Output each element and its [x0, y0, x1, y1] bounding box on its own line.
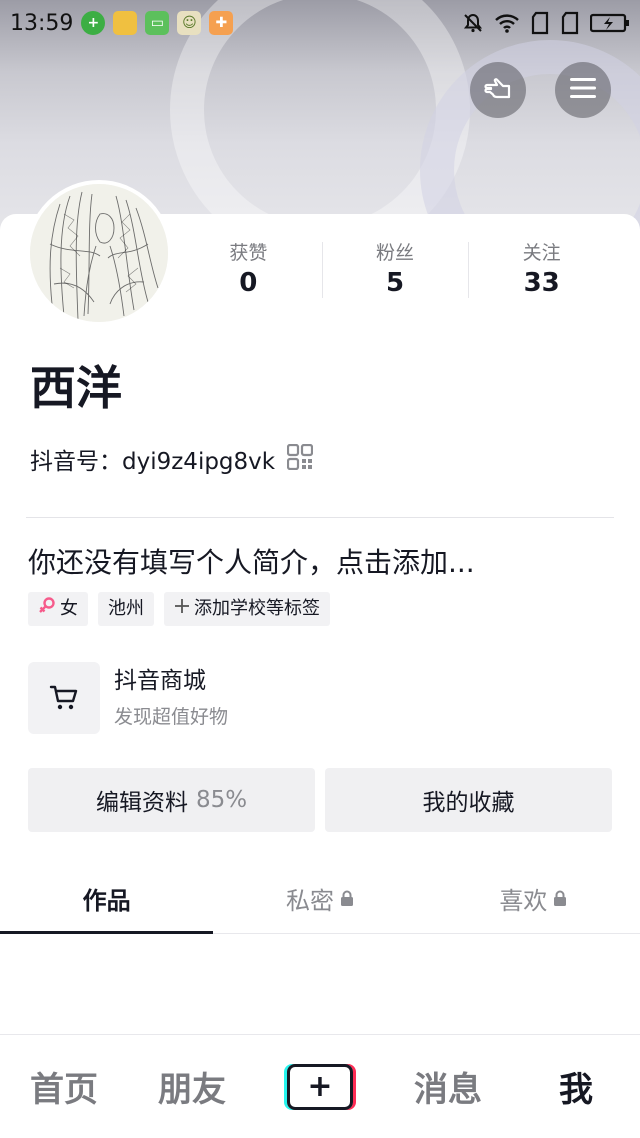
- shopping-cart-icon: [28, 662, 100, 734]
- menu-button[interactable]: [555, 62, 611, 118]
- stat-value: 5: [385, 268, 405, 298]
- lock-icon: [340, 885, 354, 913]
- tab-label: 作品: [82, 887, 131, 915]
- qr-code-icon[interactable]: [286, 443, 314, 479]
- mall-subtitle: 发现超值好物: [114, 706, 229, 728]
- status-time: 13:59: [10, 10, 74, 36]
- my-favorites-label: 我的收藏: [422, 790, 515, 816]
- wifi-icon: [494, 12, 520, 34]
- sim1-icon: [530, 11, 550, 35]
- stat-label: 获赞: [229, 242, 268, 264]
- lock-icon: [553, 885, 567, 913]
- menu-icon: [570, 77, 596, 103]
- tab-label: 喜欢: [499, 887, 548, 915]
- tab-works[interactable]: 作品: [0, 864, 214, 934]
- status-bar: 13:59 + ▭ ☺ ✚: [0, 0, 640, 46]
- nav-friends[interactable]: 朋友: [128, 1062, 256, 1111]
- stat-following[interactable]: 关注 33: [468, 240, 615, 300]
- stat-value: 33: [523, 268, 560, 298]
- female-icon: [38, 592, 56, 626]
- sim2-icon: [560, 11, 580, 35]
- profile-stats: 获赞 0 粉丝 5 关注 33: [175, 240, 615, 300]
- battery-charging-icon: [590, 12, 630, 34]
- plugin-icon: ✚: [209, 11, 234, 35]
- profile-tags: 女 池州 添加学校等标签: [28, 592, 330, 626]
- tag-add-school[interactable]: 添加学校等标签: [164, 592, 330, 626]
- android-app-icon: ▭: [145, 11, 170, 35]
- stat-value: 0: [239, 268, 258, 298]
- douyin-id-value: dyi9z4ipg8vk: [122, 448, 276, 475]
- stat-likes[interactable]: 获赞 0: [175, 240, 322, 300]
- nav-messages[interactable]: 消息: [384, 1062, 512, 1111]
- folder-icon: [113, 11, 138, 35]
- hand-pointer-icon: [481, 73, 515, 107]
- bottom-navigation: 首页 朋友 + 消息 我: [0, 1034, 640, 1138]
- nav-me[interactable]: 我: [512, 1062, 640, 1111]
- nav-create[interactable]: +: [256, 1063, 384, 1110]
- stat-followers[interactable]: 粉丝 5: [321, 240, 469, 300]
- douyin-id-row: 抖音号：dyi9z4ipg8vk: [30, 443, 314, 479]
- stat-label: 粉丝: [376, 242, 415, 264]
- plus-app-icon: +: [81, 11, 106, 35]
- edit-profile-button[interactable]: 编辑资料 85%: [28, 768, 315, 832]
- tag-label: 女: [60, 598, 78, 619]
- tag-gender[interactable]: 女: [28, 592, 88, 626]
- tab-private[interactable]: 私密: [213, 864, 426, 933]
- tab-label: 私密: [285, 887, 334, 915]
- mute-icon: [462, 12, 484, 34]
- stat-label: 关注: [522, 242, 561, 264]
- my-favorites-button[interactable]: 我的收藏: [325, 768, 612, 832]
- content-tabs: 作品 私密 喜欢: [0, 864, 640, 934]
- divider: [26, 517, 614, 518]
- mall-title: 抖音商城: [114, 668, 206, 694]
- nav-home[interactable]: 首页: [0, 1062, 128, 1111]
- tag-label: 池州: [108, 598, 144, 619]
- create-plus-icon: +: [287, 1063, 353, 1110]
- profile-bio[interactable]: 你还没有填写个人简介，点击添加...: [28, 542, 475, 584]
- douyin-id-label: 抖音号：: [30, 448, 122, 475]
- avatar[interactable]: [26, 180, 172, 326]
- tag-location[interactable]: 池州: [98, 592, 154, 626]
- face-app-icon: ☺: [177, 11, 202, 35]
- edit-profile-progress: 85%: [195, 787, 248, 813]
- profile-name: 西洋: [30, 361, 122, 415]
- douyin-mall-entry[interactable]: 抖音商城 发现超值好物: [28, 662, 428, 734]
- profile-action-buttons: 编辑资料 85% 我的收藏: [28, 768, 612, 832]
- tag-label: 添加学校等标签: [194, 598, 320, 619]
- edit-profile-label: 编辑资料: [95, 790, 188, 816]
- tab-likes[interactable]: 喜欢: [427, 864, 640, 933]
- plus-icon: [174, 592, 190, 626]
- douyin-id[interactable]: 抖音号：dyi9z4ipg8vk: [30, 446, 275, 478]
- hand-pointer-button[interactable]: [470, 62, 526, 118]
